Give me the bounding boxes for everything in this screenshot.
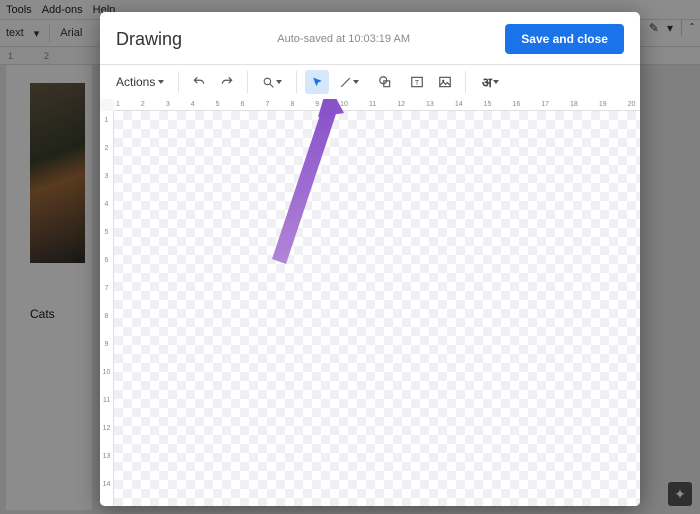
special-characters-menu[interactable]: अ — [474, 70, 506, 94]
drawing-canvas[interactable] — [114, 111, 640, 506]
vertical-ruler: 123 456 789 101112 131415 — [100, 111, 114, 506]
textbox-icon: T — [410, 75, 424, 89]
chevron-down-icon — [158, 80, 164, 84]
actions-menu[interactable]: Actions — [110, 71, 170, 93]
shape-icon — [378, 75, 392, 89]
dialog-title: Drawing — [116, 29, 182, 50]
actions-label: Actions — [116, 75, 155, 89]
font-dropdown[interactable]: Arial — [60, 27, 82, 39]
cursor-icon — [311, 76, 324, 89]
explore-fab[interactable]: ✦ — [668, 482, 692, 506]
chevron-down-icon — [493, 80, 499, 84]
zoom-menu[interactable] — [256, 70, 288, 94]
chevron-down-icon — [353, 80, 359, 84]
image-tool[interactable] — [433, 70, 457, 94]
horizontal-ruler: 123 456 789 101112 131415 161718 192021 — [114, 99, 640, 111]
zoom-icon — [262, 76, 275, 89]
drawing-toolbar: Actions T — [100, 65, 640, 99]
docs-right-icons: ✎ ▾ ˆ — [649, 20, 694, 36]
chevron-up-icon[interactable]: ˆ — [690, 21, 694, 35]
redo-button[interactable] — [215, 70, 239, 94]
menu-addons[interactable]: Add-ons — [42, 4, 83, 16]
redo-icon — [220, 75, 234, 89]
svg-text:T: T — [415, 80, 420, 87]
select-tool[interactable] — [305, 70, 329, 94]
shape-tool[interactable] — [369, 70, 401, 94]
canvas-container: 123 456 789 101112 131415 161718 192021 … — [100, 99, 640, 506]
text-box-tool[interactable]: T — [405, 70, 429, 94]
chevron-down-icon — [276, 80, 282, 84]
inline-image — [30, 83, 85, 263]
pen-icon[interactable]: ✎ — [649, 21, 659, 35]
save-and-close-button[interactable]: Save and close — [505, 24, 624, 54]
image-caption: Cats — [30, 307, 55, 321]
undo-button[interactable] — [187, 70, 211, 94]
undo-icon — [192, 75, 206, 89]
line-tool[interactable] — [333, 70, 365, 94]
dialog-header: Drawing Auto-saved at 10:03:19 AM Save a… — [100, 12, 640, 64]
menu-tools[interactable]: Tools — [6, 4, 32, 16]
line-icon — [339, 76, 352, 89]
style-dropdown[interactable]: text — [6, 27, 24, 39]
special-char-icon: अ — [482, 73, 492, 91]
drawing-dialog: Drawing Auto-saved at 10:03:19 AM Save a… — [100, 12, 640, 506]
autosave-status: Auto-saved at 10:03:19 AM — [277, 33, 410, 45]
image-icon — [438, 75, 452, 89]
